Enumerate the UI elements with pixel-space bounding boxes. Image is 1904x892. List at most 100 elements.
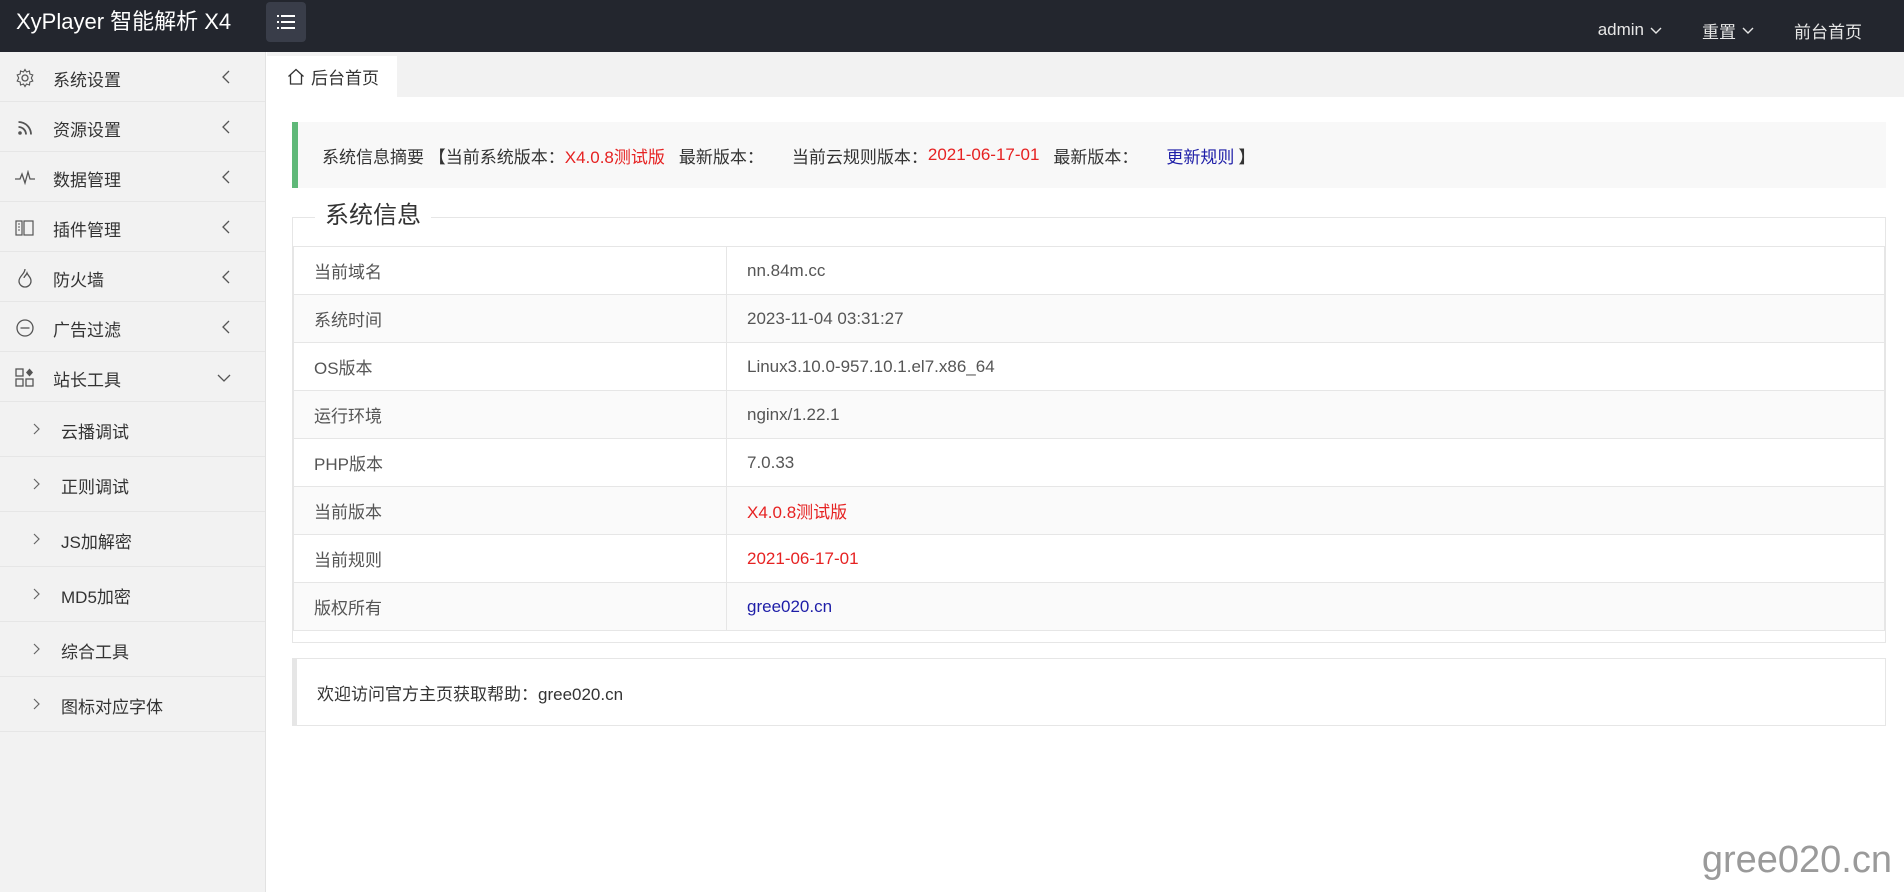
info-key: 版权所有 [293, 582, 727, 631]
sidebar-subitem-label: 正则调试 [61, 478, 129, 497]
info-key: OS版本 [293, 342, 727, 391]
chevron-right-icon [33, 643, 40, 655]
cloud-rule-value: 2021-06-17-01 [927, 145, 1040, 164]
reset-label: 重置 [1702, 22, 1736, 42]
chevron-left-icon [222, 270, 230, 284]
info-key: 运行环境 [293, 390, 727, 439]
cloud-rule-label: 当前云规则版本： [791, 147, 928, 167]
table-row: 系统时间 2023-11-04 03:31:27 [293, 294, 1885, 343]
info-key: 当前版本 [293, 486, 727, 535]
current-version-value: X4.0.8测试版 [564, 147, 665, 167]
sidebar-item-system-settings[interactable]: 系统设置 [0, 52, 265, 102]
system-info-panel: 系统信息 当前域名 nn.84m.cc 系统时间 2023-11-04 03:31:2… [292, 199, 1886, 643]
info-key: 当前域名 [293, 246, 727, 295]
info-value: Linux3.10.0-957.10.1.el7.x86_64 [726, 342, 1885, 391]
chevron-right-icon [33, 478, 40, 490]
fire-icon [15, 268, 35, 288]
notice-suffix: 】 [1238, 147, 1256, 167]
table-row: 版权所有 gree020.cn [293, 582, 1885, 631]
sidebar-subitem-regex-debug[interactable]: 正则调试 [0, 457, 265, 512]
header-nav: admin 重置 前台首页 [1578, 0, 1904, 52]
chevron-down-icon [217, 374, 231, 382]
sidebar-subitem-md5-encrypt[interactable]: MD5加密 [0, 567, 265, 622]
info-value: 7.0.33 [726, 438, 1885, 487]
welcome-message: 欢迎访问官方主页获取帮助：gree020.cn [292, 658, 1886, 726]
info-value: X4.0.8测试版 [726, 486, 1885, 535]
gear-icon [15, 68, 35, 88]
info-key: 当前规则 [293, 534, 727, 583]
chevron-left-icon [222, 120, 230, 134]
sidebar-subitem-label: JS加解密 [61, 533, 132, 552]
sidebar-item-plugin-management[interactable]: 插件管理 [0, 202, 265, 252]
sidebar-item-data-management[interactable]: 数据管理 [0, 152, 265, 202]
tab-bar: 后台首页 [267, 52, 1904, 97]
table-row: 当前域名 nn.84m.cc [293, 246, 1885, 295]
sidebar-item-resource-settings[interactable]: 资源设置 [0, 102, 265, 152]
sidebar-item-webmaster-tools[interactable]: 站长工具 [0, 352, 265, 402]
frontend-home-link[interactable]: 前台首页 [1774, 0, 1904, 52]
sidebar-subitem-label: 综合工具 [61, 643, 129, 662]
info-value: 2023-11-04 03:31:27 [726, 294, 1885, 343]
chevron-down-icon [1650, 27, 1662, 34]
watermark: gree020.cn [1701, 839, 1892, 881]
admin-menu[interactable]: admin [1578, 0, 1682, 52]
chevron-right-icon [33, 698, 40, 710]
system-summary-notice: 系统信息摘要 【当前系统版本： X4.0.8测试版 最新版本： 当前云规则版本：… [292, 122, 1886, 188]
sidebar-item-label: 资源设置 [53, 121, 121, 140]
sidebar-item-label: 站长工具 [53, 371, 121, 390]
table-row: 运行环境 nginx/1.22.1 [293, 390, 1885, 439]
chevron-down-icon [1742, 27, 1754, 34]
sidebar-item-label: 防火墙 [53, 271, 104, 290]
table-row: PHP版本 7.0.33 [293, 438, 1885, 487]
frontend-home-label: 前台首页 [1794, 22, 1862, 42]
app-logo: XyPlayer 智能解析 X4 [16, 9, 232, 34]
sidebar-subitem-label: 图标对应字体 [61, 698, 163, 717]
chevron-left-icon [222, 220, 230, 234]
info-value: nn.84m.cc [726, 246, 1885, 295]
chevron-right-icon [33, 588, 40, 600]
sidebar-item-label: 广告过滤 [53, 321, 121, 340]
tab-label: 后台首页 [311, 69, 379, 88]
system-info-title: 系统信息 [315, 199, 431, 233]
info-value: nginx/1.22.1 [726, 390, 1885, 439]
minus-circle-icon [15, 318, 35, 338]
sidebar-subitem-icon-font[interactable]: 图标对应字体 [0, 677, 265, 732]
table-row: 当前版本 X4.0.8测试版 [293, 486, 1885, 535]
sidebar-item-label: 系统设置 [53, 71, 121, 90]
apps-icon [15, 368, 35, 388]
home-icon [288, 68, 304, 85]
table-row: OS版本 Linux3.10.0-957.10.1.el7.x86_64 [293, 342, 1885, 391]
sidebar-subitem-cloud-play-debug[interactable]: 云播调试 [0, 402, 265, 457]
tab-admin-home[interactable]: 后台首页 [267, 56, 397, 97]
sidebar-item-firewall[interactable]: 防火墙 [0, 252, 265, 302]
sidebar-subitem-label: MD5加密 [61, 588, 131, 607]
chevron-left-icon [222, 170, 230, 184]
info-key: PHP版本 [293, 438, 727, 487]
top-header: XyPlayer 智能解析 X4 admin 重置 前台首页 [0, 0, 1904, 52]
sidebar-subitem-js-encrypt[interactable]: JS加解密 [0, 512, 265, 567]
sidebar-subitem-label: 云播调试 [61, 423, 129, 442]
sidebar-item-label: 插件管理 [53, 221, 121, 240]
reset-menu[interactable]: 重置 [1682, 0, 1774, 52]
info-key: 系统时间 [293, 294, 727, 343]
sidebar-item-ad-filter[interactable]: 广告过滤 [0, 302, 265, 352]
pulse-icon [15, 168, 35, 188]
hamburger-icon [277, 15, 295, 29]
chevron-left-icon [222, 320, 230, 334]
info-value: 2021-06-17-01 [726, 534, 1885, 583]
info-value: gree020.cn [726, 582, 1885, 631]
plugin-icon [15, 218, 35, 238]
rss-icon [15, 118, 35, 138]
chevron-left-icon [222, 70, 230, 84]
system-info-table: 当前域名 nn.84m.cc 系统时间 2023-11-04 03:31:27 OS版本… [293, 246, 1885, 631]
chevron-right-icon [33, 533, 40, 545]
sidebar: 系统设置 资源设置 数据管理 插件管理 防火墙 广告过滤 站长工具 云播调试 正… [0, 52, 266, 892]
admin-label: admin [1597, 20, 1644, 39]
update-rules-link[interactable]: 更新规则 [1166, 143, 1234, 168]
chevron-right-icon [33, 423, 40, 435]
menu-toggle-button[interactable] [266, 2, 306, 42]
latest-rule-label: 最新版本： [1053, 147, 1139, 167]
sidebar-subitem-general-tools[interactable]: 综合工具 [0, 622, 265, 677]
notice-prefix: 系统信息摘要 【当前系统版本： [322, 147, 565, 167]
sidebar-item-label: 数据管理 [53, 171, 121, 190]
